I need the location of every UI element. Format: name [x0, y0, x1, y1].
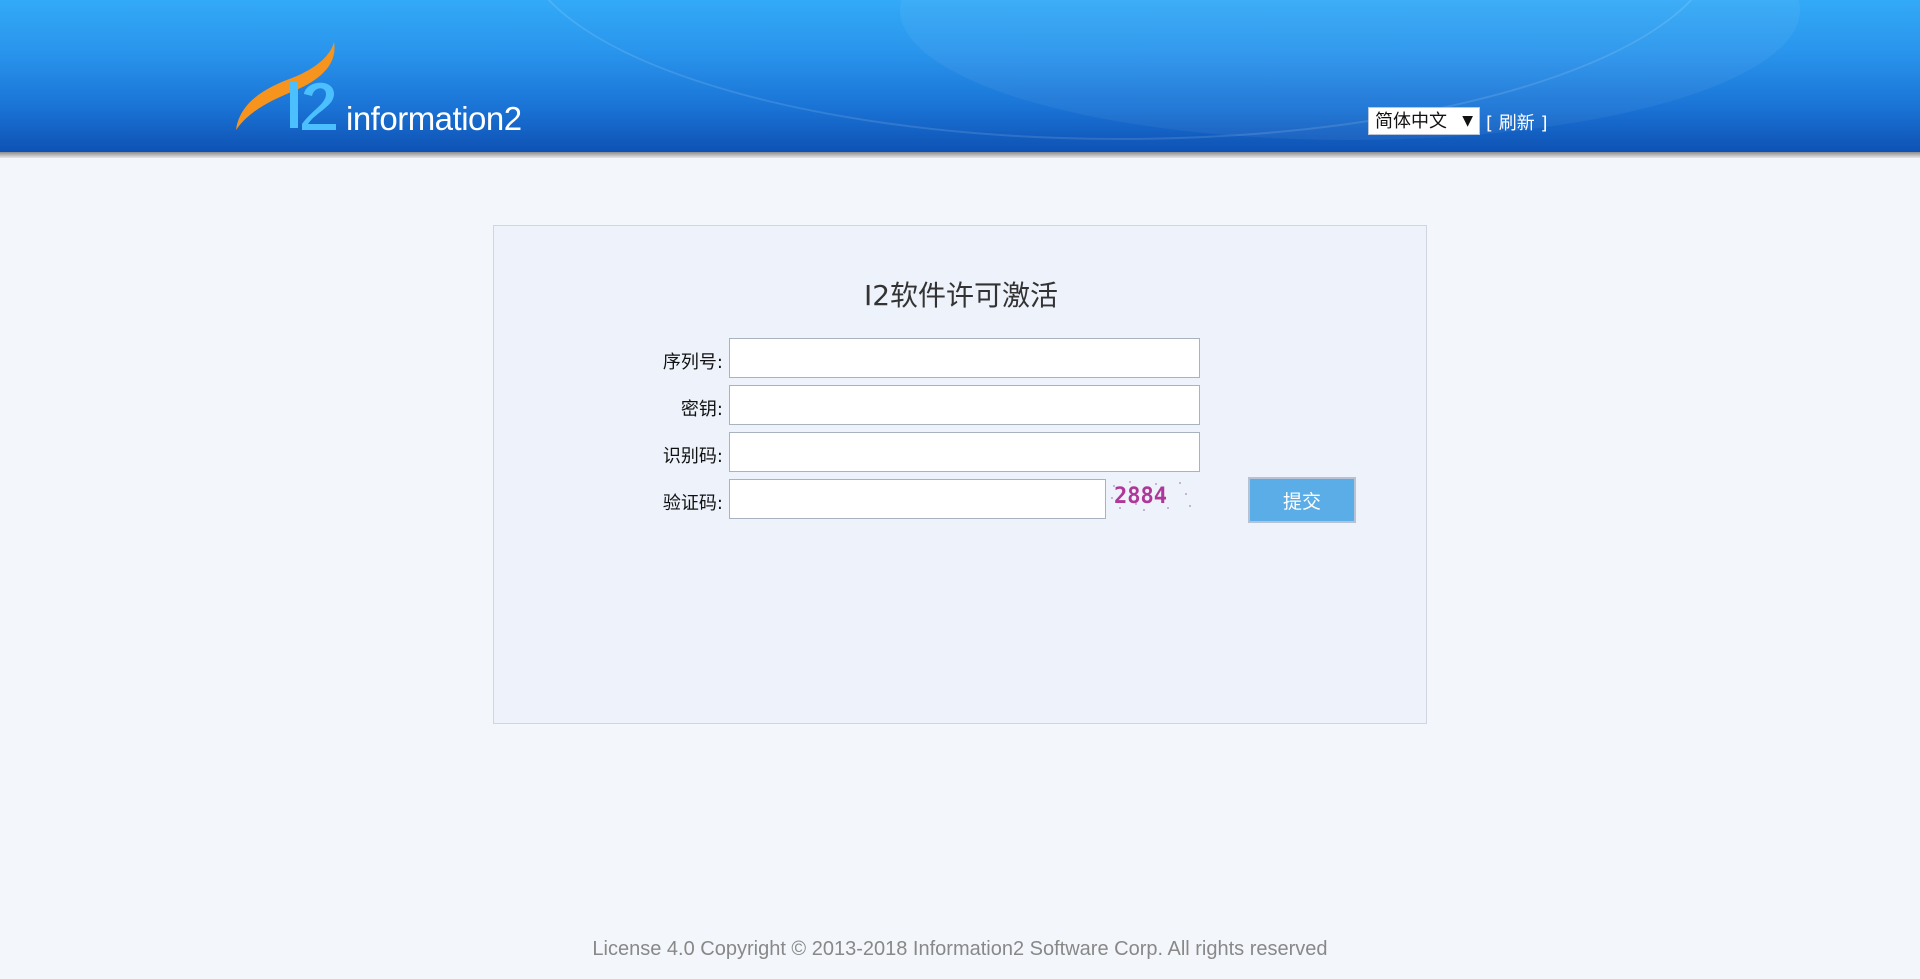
- identification-input[interactable]: [729, 432, 1200, 472]
- header-banner: information2 简体中文 ▼ [ 刷新 ]: [0, 0, 1920, 152]
- language-select[interactable]: 简体中文 ▼: [1368, 107, 1480, 135]
- key-input[interactable]: [729, 385, 1200, 425]
- captcha-input[interactable]: [729, 479, 1106, 519]
- submit-button[interactable]: 提交: [1248, 477, 1356, 523]
- page-title: I2软件许可激活: [863, 279, 1059, 312]
- serial-label: 序列号:: [662, 352, 723, 373]
- i2-logo: information2: [230, 38, 530, 138]
- refresh-bracket-open: [: [1486, 113, 1499, 134]
- captcha-label: 验证码:: [662, 493, 723, 514]
- dropdown-arrow-icon: ▼: [1462, 113, 1473, 129]
- logo-text: information2: [346, 100, 522, 137]
- footer-copyright: License 4.0 Copyright © 2013-2018 Inform…: [592, 938, 1328, 960]
- i2-logo-mark-icon: [236, 42, 336, 130]
- refresh-bracket-close: ]: [1534, 113, 1548, 134]
- serial-input[interactable]: [729, 338, 1200, 378]
- activation-panel: I2软件许可激活 序列号: 密钥: 识别码: 验证码: 2884 提交: [493, 225, 1427, 724]
- id-label: 识别码:: [662, 446, 723, 467]
- captcha-image[interactable]: 2884: [1110, 478, 1194, 514]
- language-select-value: 简体中文: [1375, 111, 1447, 132]
- refresh-link[interactable]: 刷新: [1499, 113, 1535, 134]
- header-divider: [0, 152, 1920, 158]
- refresh-control: [ 刷新 ]: [1486, 109, 1548, 135]
- captcha-text: 2884: [1114, 484, 1167, 509]
- key-label: 密钥:: [680, 399, 723, 420]
